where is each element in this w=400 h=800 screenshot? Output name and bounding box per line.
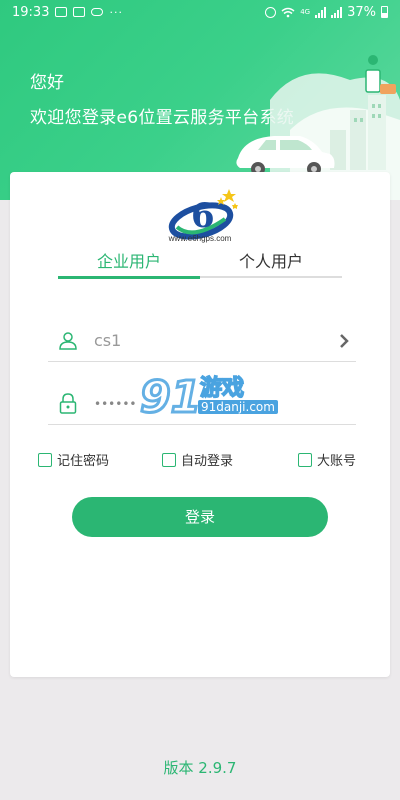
auto-login-label: 自动登录 <box>181 454 234 469</box>
notification-icon <box>55 7 68 17</box>
header-banner: 19:33 ··· 4G 37% 您好 欢迎您登录e6位置云服务平台系统 <box>0 0 400 200</box>
battery-percent: 37% <box>347 4 376 20</box>
remember-password-checkbox[interactable]: 记住密码 <box>38 450 109 469</box>
auto-login-checkbox[interactable]: 自动登录 <box>162 450 233 469</box>
username-input[interactable] <box>94 331 332 350</box>
master-account-checkbox[interactable]: 大账号 <box>298 450 356 469</box>
login-card: 6 www.e6hgps.com 企业用户 个人用户 cs1 •••••• 记住… <box>10 172 390 677</box>
app-version: 版本 2.9.7 <box>163 759 237 777</box>
logo-url: www.e6hgps.com <box>168 234 232 243</box>
active-tab-indicator <box>58 276 200 279</box>
status-bar: 19:33 ··· 4G 37% <box>0 0 400 24</box>
wifi-icon <box>281 7 295 17</box>
battery-icon <box>381 6 388 18</box>
notification-icon <box>73 7 86 17</box>
chevron-right-icon[interactable] <box>332 329 356 353</box>
alarm-icon <box>265 6 277 18</box>
user-icon <box>52 329 84 353</box>
watermark-site: 91danji.com <box>198 400 278 414</box>
login-button[interactable]: 登录 <box>72 497 328 537</box>
signal-icon <box>331 6 343 18</box>
greeting-text: 您好 <box>30 73 64 93</box>
voicemail-icon <box>91 8 104 16</box>
tab-divider <box>58 276 342 279</box>
watermark-brand: 游戏 <box>199 375 245 402</box>
master-account-label: 大账号 <box>317 454 357 469</box>
network-type: 4G <box>300 8 311 16</box>
checkbox-icon[interactable] <box>38 452 52 467</box>
login-options: 记住密码 自动登录 大账号 <box>38 450 358 472</box>
checkbox-icon[interactable] <box>298 452 312 467</box>
lock-icon <box>52 392 84 416</box>
signal-icon <box>315 6 327 18</box>
svg-text:6: 6 <box>191 196 215 236</box>
checkbox-icon[interactable] <box>162 452 176 467</box>
status-time: 19:33 <box>12 4 50 20</box>
remember-password-label: 记住密码 <box>57 454 110 469</box>
username-field[interactable] <box>48 320 356 362</box>
more-notifications-icon: ··· <box>109 5 123 19</box>
svg-text:91: 91 <box>140 372 201 423</box>
